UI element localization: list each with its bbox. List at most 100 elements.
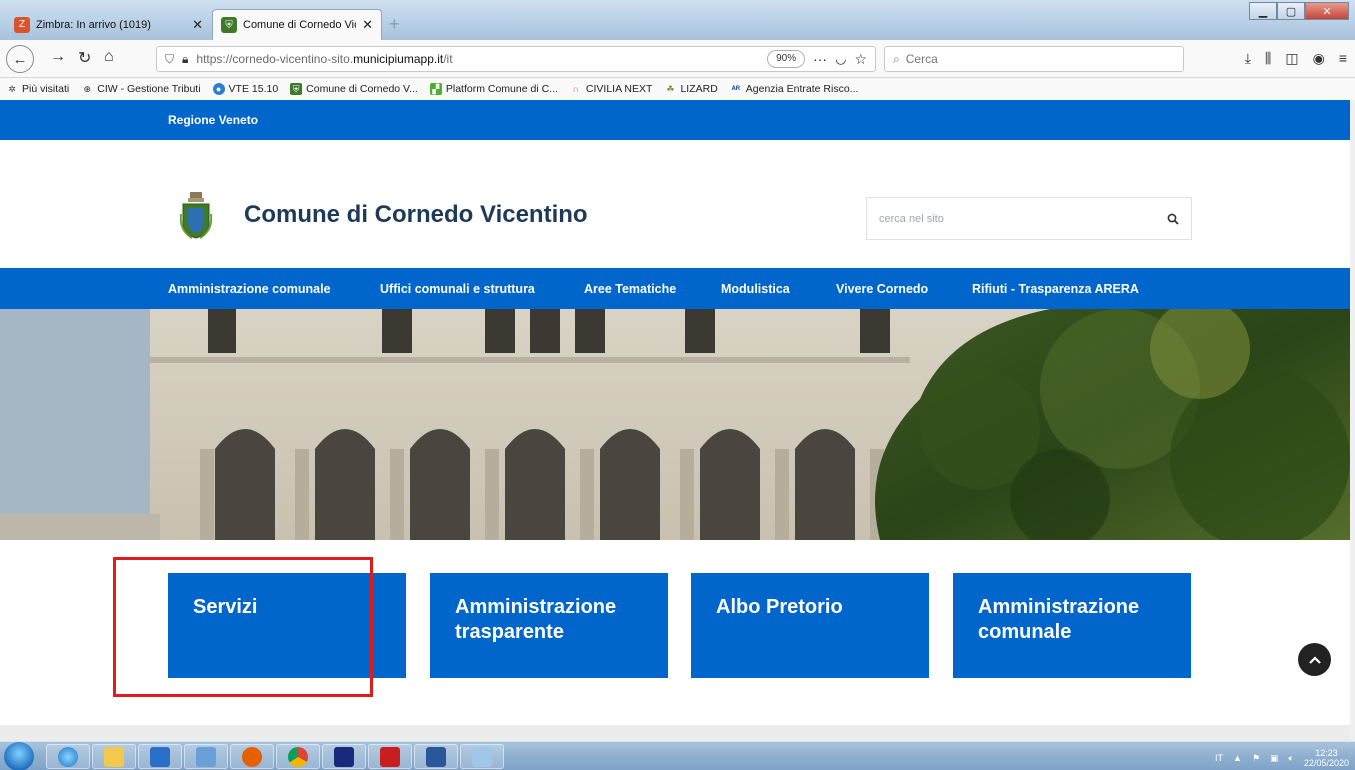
taskbar-chrome[interactable] (276, 744, 320, 769)
bookmark-label: VTE 15.10 (228, 83, 279, 95)
word-icon (426, 746, 446, 767)
search-icon[interactable] (1167, 213, 1179, 225)
bookmark-ciw[interactable]: ⊕ CIW - Gestione Tributi (81, 83, 200, 95)
taskbar-outlook[interactable] (138, 744, 182, 769)
site-search-input[interactable]: cerca nel sito (866, 197, 1192, 240)
taskbar-word[interactable] (414, 744, 458, 769)
menu-item-aree-tematiche[interactable]: Aree Tematiche (584, 282, 676, 296)
close-tab-icon[interactable]: ✕ (192, 17, 203, 33)
pocket-icon[interactable]: ◡ (835, 51, 846, 67)
maggioli-icon (334, 746, 354, 767)
bookmark-label: LIZARD (680, 83, 718, 95)
url-text[interactable]: https://cornedo-vicentino-sito.municipiu… (196, 52, 759, 66)
close-window-button[interactable]: ✕ (1305, 2, 1349, 20)
taskbar-firefox[interactable] (230, 744, 274, 769)
reload-button[interactable]: ↻ (78, 48, 91, 68)
taskbar-paint[interactable] (184, 744, 228, 769)
card-subtitle: trasparente (455, 621, 564, 643)
taskbar-maggioli[interactable] (322, 744, 366, 769)
taskbar-ie[interactable] (46, 744, 90, 769)
taskbar: IT ▲ ⚑ ▣ 🔈︎ 12:23 22/05/2020 (0, 741, 1355, 770)
snipping-tool-icon (472, 746, 492, 767)
menu-item-modulistica[interactable]: Modulistica (721, 282, 790, 296)
menu-item-rifiuti[interactable]: Rifiuti - Trasparenza ARERA (972, 282, 1139, 296)
system-tray: IT ▲ ⚑ ▣ 🔈︎ 12:23 22/05/2020 (1215, 748, 1349, 768)
bookmark-civilia[interactable]: ∩ CIVILIA NEXT (570, 83, 653, 95)
bookmark-label: CIW - Gestione Tributi (97, 83, 201, 95)
card-albo-pretorio[interactable]: Albo Pretorio (691, 573, 929, 678)
library-icon[interactable]: ⫼ (1265, 50, 1271, 67)
bookmark-vte[interactable]: ● VTE 15.10 (212, 83, 279, 95)
ie-icon (58, 746, 78, 767)
taskbar-snipping[interactable] (460, 744, 504, 769)
back-button[interactable]: ← (6, 45, 34, 73)
clock-time: 12:23 (1315, 748, 1338, 758)
page-bottom-strip (0, 725, 1350, 741)
maximize-button[interactable]: ▢ (1277, 2, 1305, 20)
bookmark-lizard[interactable]: ☘ LIZARD (664, 83, 717, 95)
bookmark-label: CIVILIA NEXT (585, 83, 653, 95)
bookmark-agenzia[interactable]: ᴬᴿ Agenzia Entrate Risco... (730, 83, 859, 95)
search-icon: ⌕ (893, 51, 900, 66)
url-prefix: https://cornedo-vicentino-sito. (196, 52, 354, 66)
pdf-icon (380, 746, 400, 767)
minimize-button[interactable]: ▁ (1249, 2, 1277, 20)
card-subtitle: comunale (978, 621, 1072, 643)
card-amministrazione-trasparente[interactable]: Amministrazione trasparente (430, 573, 668, 678)
taskbar-acrobat[interactable] (368, 744, 412, 769)
page-actions-icon[interactable]: ··· (813, 51, 827, 67)
town-hall-photo (0, 309, 1350, 540)
taskbar-explorer[interactable] (92, 744, 136, 769)
menu-icon[interactable]: ≡ (1339, 50, 1347, 67)
bookmark-piu-visitati[interactable]: ✲ Più visitati (6, 83, 69, 95)
language-indicator[interactable]: IT (1215, 753, 1223, 763)
chevron-up-icon (1308, 655, 1321, 664)
menu-item-vivere-cornedo[interactable]: Vivere Cornedo (836, 282, 928, 296)
site-title[interactable]: Comune di Cornedo Vicentino (244, 201, 588, 229)
tab-comune[interactable]: ⛨ Comune di Cornedo Vicentino ✕ (212, 9, 382, 40)
site-search-placeholder: cerca nel sito (879, 212, 944, 225)
bookmark-platform[interactable]: ▞ Platform Comune di C... (429, 83, 558, 95)
crest-icon[interactable] (180, 192, 212, 240)
close-tab-icon[interactable]: ✕ (362, 17, 373, 33)
clock[interactable]: 12:23 22/05/2020 (1304, 748, 1349, 768)
tab-zimbra[interactable]: Z Zimbra: In arrivo (1019) ✕ (6, 9, 211, 40)
region-link[interactable]: Regione Veneto (168, 113, 258, 127)
network-icon[interactable]: ▣ (1270, 753, 1279, 764)
download-icon[interactable]: ⤓ (1245, 50, 1251, 67)
crest-icon: ⛨ (290, 83, 303, 95)
flag-icon[interactable]: ⚑ (1252, 753, 1260, 764)
folder-icon (104, 746, 124, 767)
main-menu: Amministrazione comunale Uffici comunali… (0, 268, 1350, 309)
crest-icon: ⛨ (221, 17, 237, 33)
shield-icon[interactable]: ⛉ (165, 52, 174, 67)
url-bar[interactable]: ⛉ 🔒︎ https://cornedo-vicentino-sito.muni… (156, 46, 876, 72)
browser-search-field[interactable]: ⌕ Cerca (884, 46, 1184, 72)
back-to-top-button[interactable] (1298, 643, 1331, 676)
region-strip: Regione Veneto (0, 100, 1350, 140)
firefox-icon (242, 746, 262, 767)
toolbar-icons: ⤓ ⫼ ◫ ◉ ≡ (1245, 50, 1347, 67)
tab-title: Comune di Cornedo Vicentino (243, 19, 356, 31)
home-button[interactable]: ⌂ (104, 48, 114, 66)
account-icon[interactable]: ◉ (1313, 50, 1325, 67)
new-tab-button[interactable]: + (389, 14, 400, 35)
zoom-indicator[interactable]: 90% (767, 50, 806, 68)
bookmark-star-icon[interactable]: ☆ (854, 51, 867, 68)
sidebar-icon[interactable]: ◫ (1285, 50, 1298, 67)
tray-expand-icon[interactable]: ▲ (1233, 753, 1242, 763)
page-scrollbar[interactable] (1350, 100, 1355, 741)
card-servizi[interactable]: Servizi (168, 573, 406, 678)
window-controls: ▁ ▢ ✕ (1249, 2, 1349, 20)
card-amministrazione-comunale[interactable]: Amministrazione comunale (953, 573, 1191, 678)
menu-item-amministrazione[interactable]: Amministrazione comunale (168, 282, 331, 296)
volume-icon[interactable]: 🔈︎ (1289, 753, 1294, 764)
bookmark-label: Comune di Cornedo V... (306, 83, 418, 95)
start-button[interactable] (4, 742, 34, 770)
vte-icon: ● (212, 83, 225, 95)
bookmark-comune[interactable]: ⛨ Comune di Cornedo V... (290, 83, 418, 95)
forward-button[interactable]: → (50, 48, 66, 66)
hero-image (0, 309, 1350, 540)
civilia-icon: ∩ (572, 84, 580, 94)
menu-item-uffici[interactable]: Uffici comunali e struttura (380, 282, 535, 296)
